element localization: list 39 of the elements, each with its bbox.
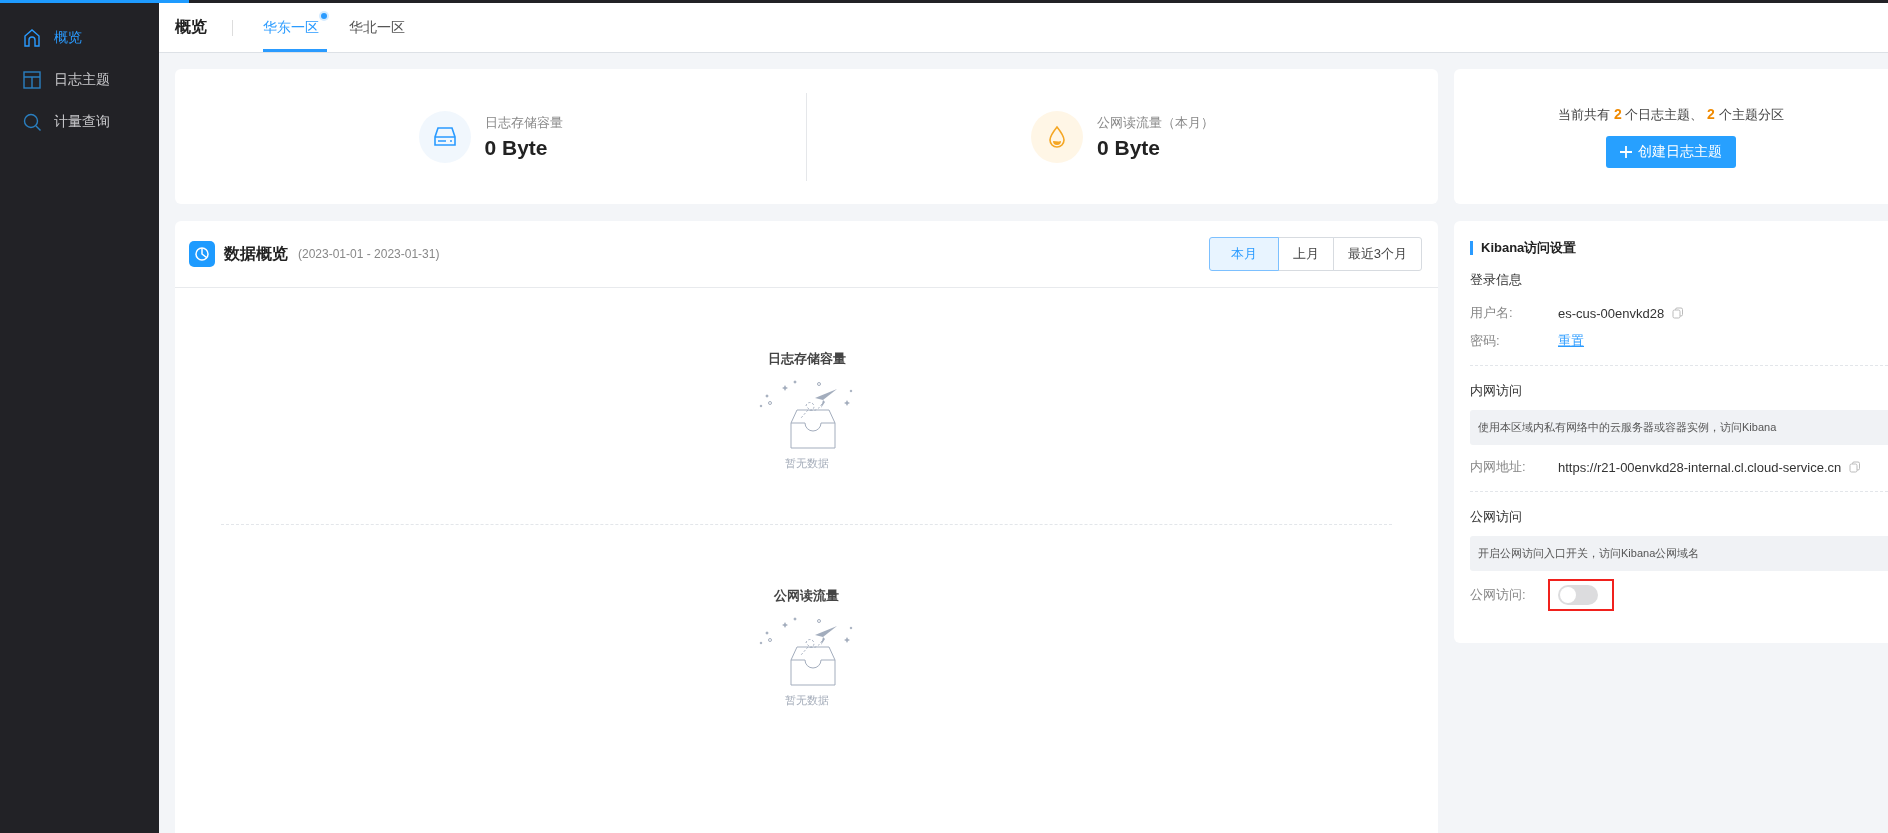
field-value: es-cus-00envkd28 bbox=[1558, 305, 1665, 321]
plus-icon bbox=[1620, 145, 1632, 158]
chart-title: 公网读流量 bbox=[774, 587, 839, 605]
stat-value: 0 Byte bbox=[1097, 135, 1162, 160]
layout-icon bbox=[22, 70, 42, 90]
section-title: 数据概览 bbox=[224, 243, 288, 264]
copy-icon[interactable] bbox=[1672, 307, 1685, 319]
sidebar-item[interactable]: 日志主题 bbox=[0, 59, 159, 101]
hard-drive-icon bbox=[432, 124, 457, 149]
toggle-switch[interactable] bbox=[1558, 585, 1598, 605]
section-heading: 公网访问 bbox=[1470, 508, 1523, 526]
field-label: 公网访问: bbox=[1470, 586, 1527, 604]
field-value: https://r21-00envkd28-internal.cl.cloud-service.cn bbox=[1558, 459, 1842, 475]
empty-state-text: 暂无数据 bbox=[784, 456, 829, 471]
search-icon bbox=[22, 112, 42, 132]
section-heading: 登录信息 bbox=[1470, 271, 1523, 289]
stat-label: 日志存储容量 bbox=[484, 113, 563, 132]
section-heading: 内网访问 bbox=[1470, 382, 1523, 400]
stat-value: 0 Byte bbox=[484, 135, 549, 160]
copy-icon[interactable] bbox=[1849, 461, 1862, 473]
field-label: 用户名: bbox=[1470, 304, 1514, 322]
sidebar-item[interactable]: 计量查询 bbox=[0, 101, 159, 143]
home-icon bbox=[22, 28, 42, 48]
field-label: 密码: bbox=[1470, 332, 1501, 350]
chart-title: 日志存储容量 bbox=[767, 350, 846, 368]
field-label: 内网地址: bbox=[1470, 458, 1527, 476]
sidebar-item[interactable]: 概览 bbox=[0, 17, 159, 59]
date-range: (2023-01-01 - 2023-01-31) bbox=[298, 247, 440, 261]
empty-state-text: 暂无数据 bbox=[784, 693, 829, 708]
period-button[interactable]: 上月 bbox=[1277, 237, 1334, 271]
region-tab[interactable]: 华北一区 bbox=[349, 3, 405, 52]
topic-count-text: 当前共有 2 个日志主题、 2 个主题分区 bbox=[1558, 105, 1784, 124]
pie-chart-icon bbox=[189, 241, 215, 267]
panel-title: Kibana访问设置 bbox=[1470, 241, 1888, 255]
info-note: 使用本区域内私有网络中的云服务器或容器实例，访问Kibana bbox=[1470, 410, 1888, 445]
stat-label: 公网读流量（本月） bbox=[1097, 113, 1214, 132]
period-button[interactable]: 最近3个月 bbox=[1332, 237, 1422, 271]
info-note: 开启公网访问入口开关，访问Kibana公网域名 bbox=[1470, 536, 1888, 571]
page-title: 概览 bbox=[175, 17, 207, 37]
